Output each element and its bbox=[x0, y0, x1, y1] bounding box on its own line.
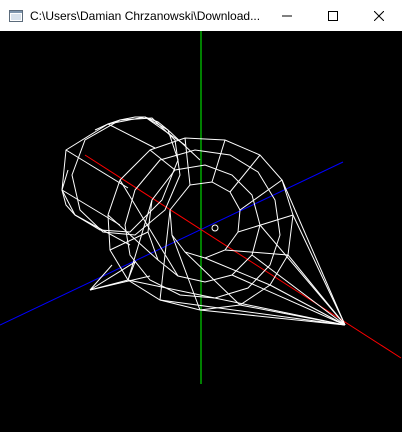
console-app-icon bbox=[8, 8, 24, 24]
application-window: C:\Users\Damian Chrzanowski\Download... bbox=[0, 0, 402, 432]
3d-viewport[interactable] bbox=[0, 31, 402, 432]
minimize-button[interactable] bbox=[264, 0, 310, 31]
wireframe-scene bbox=[0, 31, 402, 384]
window-controls bbox=[264, 0, 402, 31]
axis-z bbox=[0, 161, 344, 326]
maximize-button[interactable] bbox=[310, 0, 356, 31]
close-button[interactable] bbox=[356, 0, 402, 31]
maximize-icon bbox=[328, 10, 338, 21]
close-icon bbox=[374, 10, 384, 21]
minimize-icon bbox=[282, 15, 292, 16]
window-title: C:\Users\Damian Chrzanowski\Download... bbox=[30, 8, 261, 23]
wireframe-mesh bbox=[61, 116, 346, 326]
title-bar[interactable]: C:\Users\Damian Chrzanowski\Download... bbox=[0, 0, 402, 31]
